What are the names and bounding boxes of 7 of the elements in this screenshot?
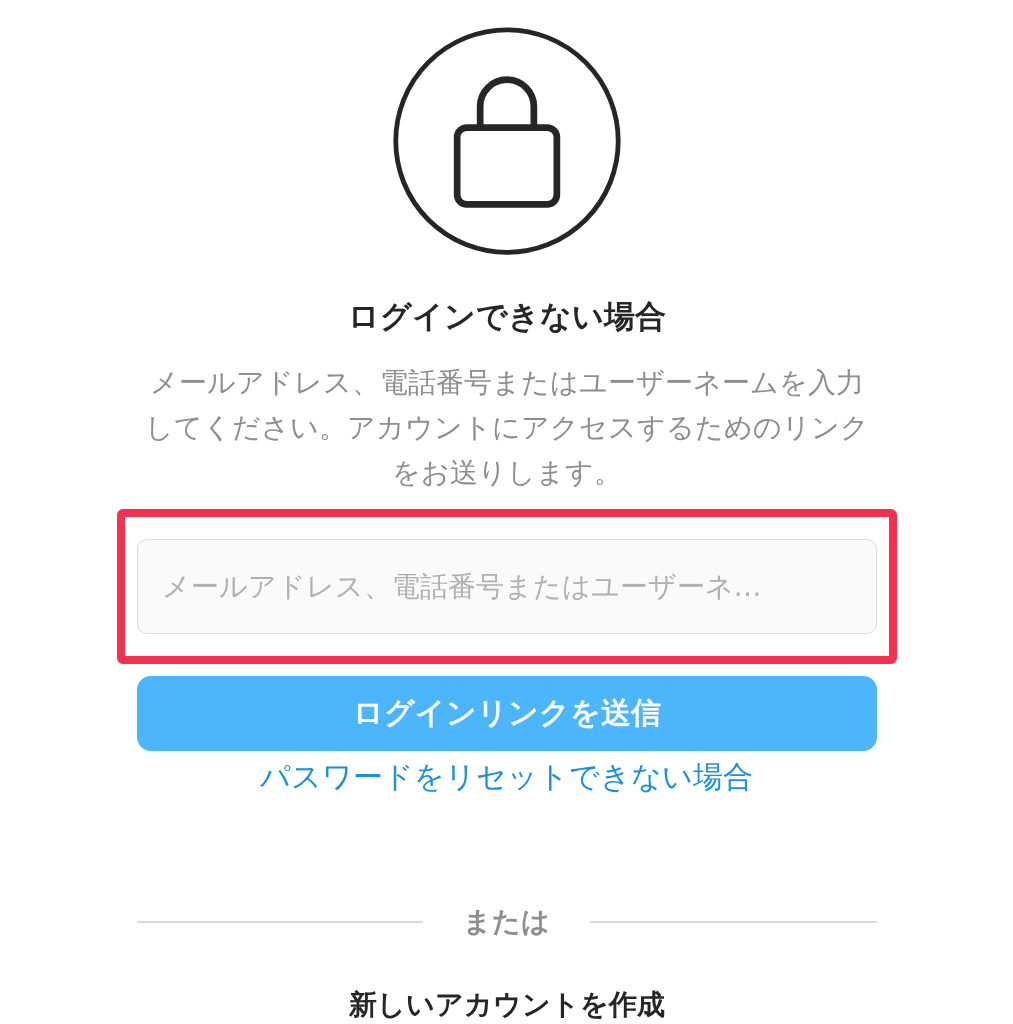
divider-label: または [463, 904, 550, 940]
send-link-button[interactable]: ログインリンクを送信 [136, 676, 877, 751]
input-field[interactable]: メールアドレス、電話番号またはユーザーネ… [136, 539, 877, 635]
page-title: ログインできない場合 [347, 297, 666, 337]
create-account-link[interactable]: 新しいアカウントを作成 [348, 986, 665, 1024]
description-text: メールアドレス、電話番号またはユーザーネームを入力してください。アカウントにアクセスするためのリンクをお送りします。 [143, 365, 870, 492]
reset-password-link[interactable]: パスワードをリセットできない場合 [260, 757, 753, 798]
